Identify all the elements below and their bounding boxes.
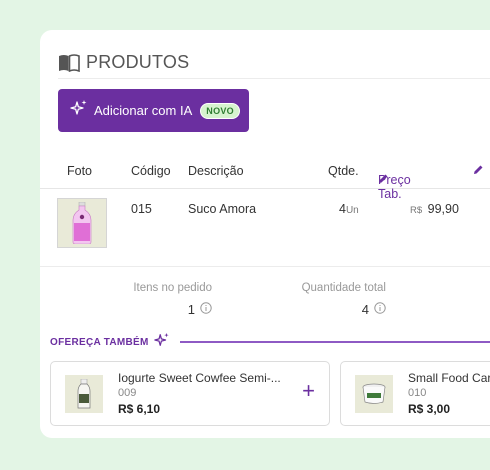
suggested-product-card[interactable]: Small Food Car 010 R$ 3,00 [340, 361, 490, 426]
add-with-ai-label: Adicionar com IA [94, 103, 193, 118]
offer-divider [179, 341, 490, 343]
row-descricao: Suco Amora [188, 202, 257, 216]
suggested-product-price: R$ 6,10 [118, 402, 161, 416]
column-header-qtde[interactable]: Qtde. [328, 164, 359, 178]
items-summary-label: Itens no pedido [133, 282, 212, 294]
suggested-product-price: R$ 3,00 [408, 402, 451, 416]
column-header-foto: Foto [67, 164, 93, 178]
suggested-product-code: 009 [118, 387, 137, 399]
row-codigo: 015 [131, 202, 152, 216]
new-badge: NOVO [200, 102, 240, 119]
add-with-ai-button[interactable]: Adicionar com IA NOVO [58, 89, 249, 132]
row-unidade: Un [345, 205, 359, 216]
row-preco-value: 99,90 [427, 202, 459, 216]
table-row[interactable]: 015 Suco Amora 4Un R$ 99,90 [40, 190, 490, 256]
table-header: Foto Código Descrição Qtde. Preço Tab. [40, 155, 490, 201]
column-header-codigo[interactable]: Código [131, 164, 171, 178]
row-quantidade-value: 4 [339, 202, 346, 216]
items-summary-value: 1 [187, 302, 195, 317]
sparkles-icon [70, 99, 88, 122]
suggested-product-name: Small Food Car [408, 371, 490, 385]
header-divider [58, 78, 490, 79]
row-preco[interactable]: R$ 99,90 [410, 202, 459, 216]
row-moeda: R$ [410, 205, 423, 216]
products-card: PRODUTOS Adicionar com IA NOVO Foto Códi… [40, 30, 490, 438]
product-thumbnail [355, 375, 393, 413]
product-photo [57, 198, 107, 248]
summary-divider [40, 266, 490, 267]
section-header: PRODUTOS [58, 52, 189, 73]
suggested-product-card[interactable]: Iogurte Sweet Cowfee Semi-... 009 R$ 6,1… [50, 361, 330, 426]
info-icon[interactable] [374, 302, 386, 317]
section-title: PRODUTOS [86, 52, 190, 72]
offer-section-title: OFEREÇA TAMBÉM [50, 336, 149, 348]
column-header-descricao[interactable]: Descrição [188, 164, 244, 178]
add-product-button[interactable]: + [302, 380, 315, 402]
pencil-icon[interactable] [473, 164, 484, 178]
sparkles-icon [153, 332, 170, 353]
info-icon[interactable] [200, 302, 212, 317]
row-quantidade[interactable]: 4Un [339, 202, 359, 216]
book-open-icon [58, 53, 80, 72]
product-thumbnail [65, 375, 103, 413]
suggested-product-code: 010 [408, 387, 427, 399]
items-summary: Itens no pedido 1 [120, 282, 212, 317]
suggested-product-name: Iogurte Sweet Cowfee Semi-... [118, 371, 281, 385]
quantity-summary-value: 4 [361, 302, 369, 317]
quantity-summary-label: Quantidade total [301, 282, 386, 294]
quantity-summary: Quantidade total 4 [286, 282, 386, 317]
offer-section-header: OFEREÇA TAMBÉM [50, 332, 490, 353]
